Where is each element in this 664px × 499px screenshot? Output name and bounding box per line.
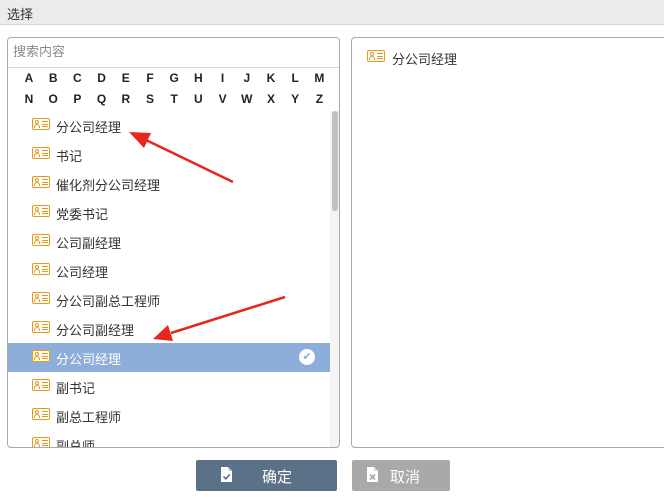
option-label: 书记: [56, 150, 83, 165]
option-label: 分公司经理: [56, 353, 122, 368]
option-label: 党委书记: [56, 208, 109, 223]
person-card-icon: [32, 263, 50, 275]
option-label: 副总工程师: [56, 411, 122, 426]
selected-item[interactable]: 分公司经理: [352, 43, 664, 72]
option-label: 分公司副经理: [56, 324, 135, 339]
option-label: 副总师: [56, 440, 96, 448]
document-check-icon: [221, 467, 232, 482]
person-card-icon: [32, 408, 50, 420]
option-label: 公司副经理: [56, 237, 122, 252]
checkmark-icon: ✔: [299, 349, 315, 365]
option-label: 公司经理: [56, 266, 109, 281]
person-card-icon: [32, 118, 50, 130]
dialog-title-bar: 选择: [0, 0, 664, 25]
option-item[interactable]: 公司经理: [8, 256, 330, 285]
option-list-scrollbar[interactable]: [330, 111, 339, 447]
letter-filter-o[interactable]: O: [45, 92, 61, 106]
confirm-button[interactable]: 确定: [196, 460, 337, 491]
letter-filter-l[interactable]: L: [287, 71, 303, 85]
option-label: 分公司经理: [56, 121, 122, 136]
letter-filter-g[interactable]: G: [166, 71, 182, 85]
search-input[interactable]: [8, 38, 339, 68]
option-item[interactable]: 副总工程师: [8, 401, 330, 430]
letter-filter-k[interactable]: K: [263, 71, 279, 85]
letter-filter-v[interactable]: V: [215, 92, 231, 106]
alphabet-filter-row-1: ABCDEFGHIJKLM: [8, 68, 339, 90]
letter-filter-t[interactable]: T: [166, 92, 182, 106]
cancel-button-label: 取消: [390, 468, 421, 486]
letter-filter-c[interactable]: C: [69, 71, 85, 85]
person-card-icon: [32, 234, 50, 246]
letter-filter-h[interactable]: H: [190, 71, 206, 85]
letter-filter-m[interactable]: M: [311, 71, 327, 85]
option-item[interactable]: 分公司副经理: [8, 314, 330, 343]
dialog-title: 选择: [7, 8, 34, 23]
letter-filter-y[interactable]: Y: [287, 92, 303, 106]
option-item[interactable]: 分公司副总工程师: [8, 285, 330, 314]
letter-filter-u[interactable]: U: [190, 92, 206, 106]
option-label: 副书记: [56, 382, 96, 397]
option-label: 催化剂分公司经理: [56, 179, 161, 194]
person-card-icon: [32, 321, 50, 333]
option-item[interactable]: 党委书记: [8, 198, 330, 227]
document-cancel-icon: [367, 467, 378, 482]
person-card-icon: [32, 176, 50, 188]
option-item[interactable]: 书记: [8, 140, 330, 169]
letter-filter-p[interactable]: P: [69, 92, 85, 106]
person-card-icon: [32, 437, 50, 447]
person-card-icon: [32, 205, 50, 217]
option-list: 分公司经理 书记 催化剂分公司经理 党委书记 公司副经理 公司经理 分公司副总工程师 分公司副…: [8, 111, 330, 448]
confirm-button-label: 确定: [262, 468, 293, 486]
letter-filter-j[interactable]: J: [239, 71, 255, 85]
option-item[interactable]: 公司副经理: [8, 227, 330, 256]
option-item[interactable]: 催化剂分公司经理: [8, 169, 330, 198]
selected-item-label: 分公司经理: [392, 53, 458, 68]
option-item[interactable]: 分公司经理: [8, 111, 330, 140]
letter-filter-n[interactable]: N: [21, 92, 37, 106]
cancel-button[interactable]: 取消: [352, 460, 450, 491]
letter-filter-d[interactable]: D: [94, 71, 110, 85]
option-panel: ABCDEFGHIJKLM NOPQRSTUVWXYZ 分公司经理书记催化剂分公…: [7, 37, 340, 448]
letter-filter-b[interactable]: B: [45, 71, 61, 85]
option-item[interactable]: 副总师: [8, 430, 330, 448]
person-card-icon: [32, 292, 50, 304]
letter-filter-e[interactable]: E: [118, 71, 134, 85]
scrollbar-thumb[interactable]: [332, 111, 338, 211]
letter-filter-q[interactable]: Q: [94, 92, 110, 106]
letter-filter-f[interactable]: F: [142, 71, 158, 85]
person-card-icon: [32, 147, 50, 159]
letter-filter-r[interactable]: R: [118, 92, 134, 106]
letter-filter-x[interactable]: X: [263, 92, 279, 106]
option-item[interactable]: 副书记: [8, 372, 330, 401]
letter-filter-z[interactable]: Z: [311, 92, 327, 106]
person-card-icon: [367, 50, 385, 62]
alphabet-filter-row-2: NOPQRSTUVWXYZ: [8, 89, 339, 111]
option-label: 分公司副总工程师: [56, 295, 161, 310]
letter-filter-w[interactable]: W: [239, 92, 255, 106]
letter-filter-i[interactable]: I: [215, 71, 231, 85]
person-card-icon: [32, 350, 50, 362]
letter-filter-s[interactable]: S: [142, 92, 158, 106]
letter-filter-a[interactable]: A: [21, 71, 37, 85]
selected-panel: 分公司经理: [351, 37, 664, 448]
option-item[interactable]: 分公司经理 ✔: [8, 343, 330, 372]
person-card-icon: [32, 379, 50, 391]
